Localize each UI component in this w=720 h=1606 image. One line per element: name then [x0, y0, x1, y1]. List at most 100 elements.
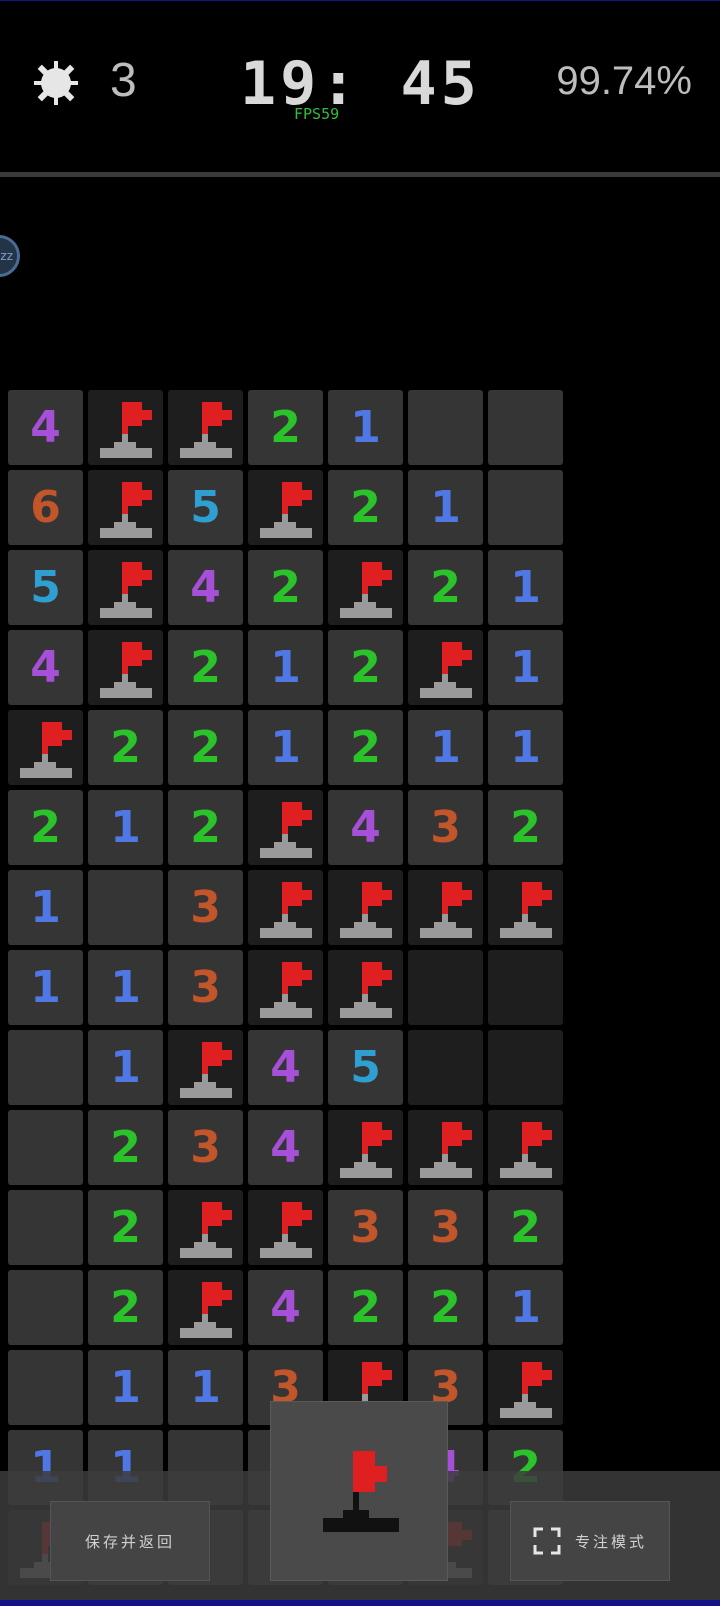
flag-icon — [339, 961, 392, 1018]
cell-number-label: 4 — [270, 1282, 301, 1333]
cell-number[interactable]: 2 — [408, 1270, 483, 1345]
cell-number[interactable]: 3 — [408, 790, 483, 865]
cell-number[interactable]: 4 — [248, 1110, 323, 1185]
cell-empty[interactable] — [88, 870, 163, 945]
cell-empty[interactable] — [408, 390, 483, 465]
cell-flagged[interactable] — [248, 870, 323, 945]
cell-number[interactable]: 2 — [88, 1190, 163, 1265]
cell-flagged[interactable] — [88, 630, 163, 705]
focus-mode-button[interactable]: 专注模式 — [510, 1501, 670, 1581]
cell-number[interactable]: 2 — [168, 630, 243, 705]
cell-number[interactable]: 4 — [168, 550, 243, 625]
cell-number[interactable]: 2 — [328, 710, 403, 785]
save-and-return-button[interactable]: 保存并返回 — [50, 1501, 210, 1581]
cell-hidden[interactable] — [408, 950, 483, 1025]
cell-number[interactable]: 1 — [8, 950, 83, 1025]
cell-number[interactable]: 1 — [488, 630, 563, 705]
cell-number[interactable]: 1 — [488, 1270, 563, 1345]
cell-empty[interactable] — [8, 1110, 83, 1185]
flag-icon — [499, 1121, 552, 1178]
cell-flagged[interactable] — [488, 870, 563, 945]
cell-number[interactable]: 2 — [408, 550, 483, 625]
minefield-board[interactable]: 4216521542214212122121121243213113145234… — [0, 1, 720, 1606]
cell-number[interactable]: 1 — [88, 950, 163, 1025]
cell-number[interactable]: 1 — [248, 630, 323, 705]
cell-number[interactable]: 3 — [168, 870, 243, 945]
cell-number[interactable]: 2 — [8, 790, 83, 865]
cell-flagged[interactable] — [88, 550, 163, 625]
cell-number[interactable]: 1 — [488, 550, 563, 625]
cell-number[interactable]: 2 — [328, 470, 403, 545]
cell-flagged[interactable] — [408, 630, 483, 705]
cell-number[interactable]: 2 — [88, 1270, 163, 1345]
cell-flagged[interactable] — [328, 1110, 403, 1185]
cell-number[interactable]: 5 — [328, 1030, 403, 1105]
cell-flagged[interactable] — [168, 390, 243, 465]
cell-empty[interactable] — [8, 1030, 83, 1105]
cell-number[interactable]: 1 — [248, 710, 323, 785]
cell-flagged[interactable] — [168, 1030, 243, 1105]
cell-flagged[interactable] — [168, 1190, 243, 1265]
cell-flagged[interactable] — [88, 390, 163, 465]
cell-number-label: 2 — [270, 402, 301, 453]
cell-number[interactable]: 2 — [168, 790, 243, 865]
cell-number[interactable]: 2 — [248, 550, 323, 625]
cell-flagged[interactable] — [248, 1190, 323, 1265]
cell-flagged[interactable] — [328, 870, 403, 945]
cell-empty[interactable] — [8, 1350, 83, 1425]
cell-flagged[interactable] — [488, 1110, 563, 1185]
cell-flagged[interactable] — [328, 950, 403, 1025]
cell-flagged[interactable] — [168, 1270, 243, 1345]
cell-number[interactable]: 1 — [88, 1350, 163, 1425]
cell-number[interactable]: 1 — [488, 710, 563, 785]
cell-number[interactable]: 1 — [88, 790, 163, 865]
cell-flagged[interactable] — [88, 470, 163, 545]
cell-number-label: 4 — [190, 562, 221, 613]
cell-number[interactable]: 2 — [248, 390, 323, 465]
cell-number[interactable]: 6 — [8, 470, 83, 545]
cell-number[interactable]: 1 — [168, 1350, 243, 1425]
cell-number[interactable]: 3 — [168, 1110, 243, 1185]
cell-number[interactable]: 4 — [248, 1030, 323, 1105]
cell-number[interactable]: 4 — [328, 790, 403, 865]
cell-empty[interactable] — [8, 1190, 83, 1265]
cell-number-label: 2 — [510, 1202, 541, 1253]
cell-hidden[interactable] — [488, 1030, 563, 1105]
cell-flagged[interactable] — [248, 790, 323, 865]
cell-number[interactable]: 2 — [168, 710, 243, 785]
cell-flagged[interactable] — [408, 1110, 483, 1185]
cell-number[interactable]: 2 — [488, 790, 563, 865]
cell-flagged[interactable] — [8, 710, 83, 785]
cell-empty[interactable] — [8, 1270, 83, 1345]
cell-number[interactable]: 2 — [488, 1190, 563, 1265]
cell-empty[interactable] — [488, 470, 563, 545]
cell-flagged[interactable] — [248, 470, 323, 545]
cell-number[interactable]: 3 — [168, 950, 243, 1025]
cell-number[interactable]: 1 — [328, 390, 403, 465]
cell-empty[interactable] — [488, 390, 563, 465]
cell-flagged[interactable] — [248, 950, 323, 1025]
flag-mode-button[interactable] — [270, 1401, 448, 1581]
cell-number[interactable]: 4 — [8, 630, 83, 705]
cell-hidden[interactable] — [408, 1030, 483, 1105]
cell-flagged[interactable] — [328, 550, 403, 625]
cell-number[interactable]: 1 — [8, 870, 83, 945]
cell-number[interactable]: 5 — [8, 550, 83, 625]
cell-number[interactable]: 2 — [88, 710, 163, 785]
cell-number[interactable]: 3 — [328, 1190, 403, 1265]
cell-flagged[interactable] — [408, 870, 483, 945]
cell-number[interactable]: 2 — [328, 630, 403, 705]
cell-number[interactable]: 2 — [328, 1270, 403, 1345]
cell-flagged[interactable] — [488, 1350, 563, 1425]
flag-icon — [323, 1451, 399, 1532]
cell-hidden[interactable] — [488, 950, 563, 1025]
cell-number[interactable]: 1 — [88, 1030, 163, 1105]
flag-icon — [179, 401, 232, 458]
cell-number[interactable]: 4 — [248, 1270, 323, 1345]
cell-number[interactable]: 2 — [88, 1110, 163, 1185]
cell-number[interactable]: 1 — [408, 710, 483, 785]
cell-number[interactable]: 1 — [408, 470, 483, 545]
cell-number[interactable]: 5 — [168, 470, 243, 545]
cell-number[interactable]: 3 — [408, 1190, 483, 1265]
cell-number[interactable]: 4 — [8, 390, 83, 465]
